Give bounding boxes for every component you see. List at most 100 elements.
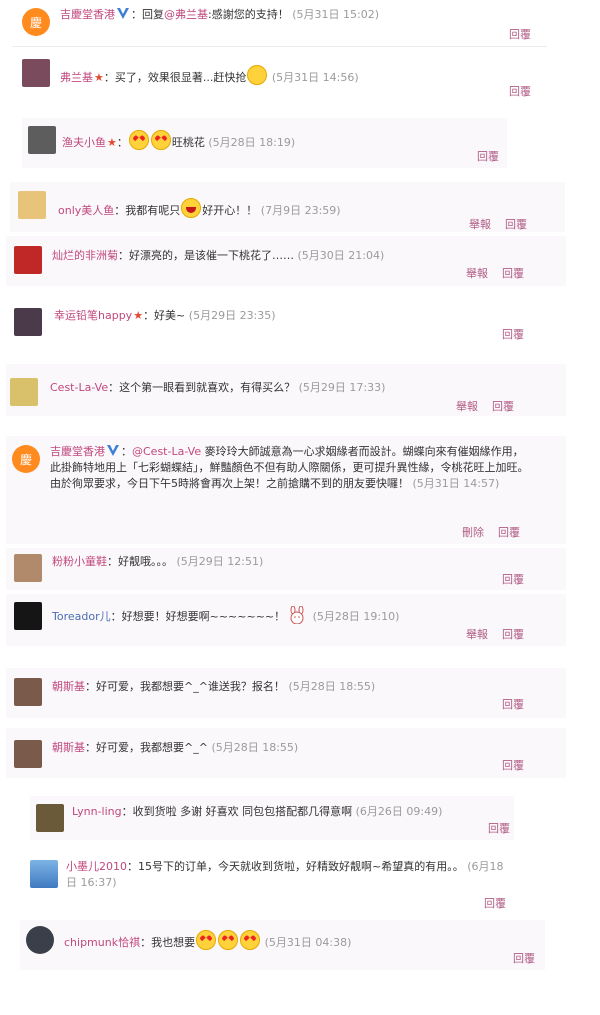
- avatar[interactable]: 慶: [12, 445, 40, 473]
- commenter-name[interactable]: 弗兰基: [60, 71, 93, 84]
- reply-link[interactable]: 回覆: [513, 952, 535, 965]
- heart-eyes-emoji-icon: [196, 930, 217, 950]
- reply-link[interactable]: 回覆: [502, 267, 524, 280]
- commenter-name[interactable]: chipmunk恰祺: [64, 936, 140, 949]
- avatar[interactable]: [14, 602, 42, 630]
- avatar[interactable]: [26, 926, 54, 954]
- reply-link[interactable]: 回覆: [488, 822, 510, 835]
- commenter-name[interactable]: 幸运铅笔happy: [54, 309, 132, 322]
- comment-card: 朝斯基：好可爱，我都想要^_^ (5月28日 18:55) 回覆: [6, 728, 566, 778]
- report-link[interactable]: 舉報: [456, 400, 478, 413]
- timestamp: (5月29日 17:33): [298, 381, 386, 394]
- commenter-name[interactable]: 小墨儿2010: [66, 860, 127, 873]
- avatar[interactable]: [10, 378, 38, 406]
- comment-card: Cest-La-Ve：这个第一眼看到就喜欢，有得买么？ (5月29日 17:33…: [6, 364, 566, 416]
- avatar[interactable]: [36, 804, 64, 832]
- avatar[interactable]: [22, 59, 50, 87]
- comment-text: ：这个第一眼看到就喜欢，有得买么？: [108, 381, 296, 394]
- comment-card: Lynn-ling：收到货啦 多谢 好喜欢 同包包搭配都几得意啊 (6月26日 …: [30, 796, 514, 840]
- comment-text: ：我都有呢只: [114, 204, 181, 217]
- mention-link[interactable]: @弗兰基: [164, 8, 208, 21]
- verified-icon: [107, 445, 119, 456]
- report-link[interactable]: 舉報: [469, 218, 491, 231]
- comment-card: chipmunk恰祺：我也想要 (5月31日 04:38) 回覆: [20, 920, 545, 970]
- comment-text: ：好漂亮的，是该催一下桃花了……: [118, 249, 294, 262]
- reply-link[interactable]: 回覆: [502, 628, 524, 641]
- comment-text: ：: [116, 136, 128, 149]
- thinking-emoji-icon: [247, 65, 268, 85]
- commenter-name[interactable]: Toreador儿: [52, 610, 111, 623]
- timestamp: (5月31日 04:38): [264, 936, 352, 949]
- delete-link[interactable]: 刪除: [462, 526, 484, 539]
- comment-card: 粉粉小童鞋：好靓哦。。。 (5月29日 12:51) 回覆: [6, 548, 566, 590]
- avatar[interactable]: [18, 191, 46, 219]
- commenter-name[interactable]: 吉慶堂香港: [60, 8, 115, 21]
- timestamp: (5月30日 21:04): [297, 249, 385, 262]
- avatar[interactable]: [14, 740, 42, 768]
- reply-link[interactable]: 回覆: [498, 526, 520, 539]
- report-link[interactable]: 舉報: [466, 267, 488, 280]
- comment-text: ：15号下的订单，今天就收到货啦，好精致好靓啊~希望真的有用。。: [127, 860, 464, 873]
- commenter-name[interactable]: 灿烂的非洲菊: [52, 249, 118, 262]
- timestamp: (5月28日 18:55): [211, 741, 299, 754]
- comment-text: ：好靓哦。。。: [107, 555, 173, 568]
- mention-link[interactable]: @Cest-La-Ve: [132, 445, 201, 458]
- commenter-name[interactable]: 吉慶堂香港: [50, 445, 105, 458]
- reply-link[interactable]: 回覆: [502, 573, 524, 586]
- reply-link[interactable]: 回覆: [502, 328, 524, 341]
- comment-card: 慶 吉慶堂香港 ：回复@弗兰基:感謝您的支持！ (5月31日 15:02) 回覆: [12, 2, 547, 46]
- avatar[interactable]: [14, 308, 42, 336]
- comment-card: Toreador儿：好想要！好想要啊~~~~~~~！ (5月28日 19:10)…: [6, 594, 566, 646]
- commenter-name[interactable]: 朝斯基: [52, 680, 85, 693]
- timestamp: (5月28日 19:10): [312, 610, 400, 623]
- comment-card: only美人鱼：我都有呢只 好开心！！ (7月9日 23:59) 舉報 回覆: [10, 182, 565, 232]
- avatar[interactable]: 慶: [22, 8, 50, 36]
- avatar[interactable]: [14, 246, 42, 274]
- avatar[interactable]: [30, 860, 58, 888]
- timestamp: (5月29日 12:51): [176, 555, 264, 568]
- timestamp: (7月9日 23:59): [260, 204, 341, 217]
- avatar[interactable]: [28, 126, 56, 154]
- avatar[interactable]: [14, 678, 42, 706]
- comment-text: 好开心！！: [202, 204, 258, 217]
- verified-icon: [117, 8, 129, 19]
- comment-text: ：好可爱，我都想要^_^: [85, 741, 208, 754]
- reply-link[interactable]: 回覆: [484, 897, 506, 910]
- reply-link[interactable]: 回覆: [509, 85, 531, 98]
- commenter-name[interactable]: only美人鱼: [58, 204, 114, 217]
- timestamp: (5月28日 18:19): [208, 136, 296, 149]
- big-grin-emoji-icon: [181, 198, 202, 218]
- commenter-name[interactable]: Cest-La-Ve: [50, 381, 108, 394]
- reply-link[interactable]: 回覆: [509, 28, 531, 41]
- comment-card: 朝斯基：好可爱，我都想要^_^谁送我？报名！ (5月28日 18:55) 回覆: [6, 668, 566, 718]
- comment-text: ：好可爱，我都想要^_^谁送我？报名！: [85, 680, 285, 693]
- reply-link[interactable]: 回覆: [492, 400, 514, 413]
- avatar[interactable]: [14, 554, 42, 582]
- comment-card: 小墨儿2010：15号下的订单，今天就收到货啦，好精致好靓啊~希望真的有用。。 …: [26, 852, 516, 912]
- reply-link[interactable]: 回覆: [502, 759, 524, 772]
- report-link[interactable]: 舉報: [466, 628, 488, 641]
- star-icon: ★: [94, 71, 104, 84]
- comment-card: 幸运铅笔happy★：好美~ (5月29日 23:35) 回覆: [6, 296, 566, 346]
- timestamp: (5月31日 14:57): [412, 477, 500, 490]
- comment-text: ：买了，效果很显著...赶快抢: [103, 71, 247, 84]
- reply-link[interactable]: 回覆: [502, 698, 524, 711]
- timestamp: (5月28日 18:55): [288, 680, 376, 693]
- heart-eyes-emoji-icon: [128, 130, 149, 150]
- commenter-name[interactable]: 粉粉小童鞋: [52, 555, 107, 568]
- commenter-name[interactable]: 朝斯基: [52, 741, 85, 754]
- timestamp: (5月31日 14:56): [271, 71, 359, 84]
- timestamp: (5月31日 15:02): [292, 8, 379, 21]
- commenter-name[interactable]: 渔夫小鱼: [62, 136, 106, 149]
- heart-eyes-emoji-icon: [240, 930, 261, 950]
- comment-text: ：好想要！好想要啊~~~~~~~！: [110, 610, 286, 623]
- star-icon: ★: [107, 136, 117, 149]
- comment-text: ：: [121, 445, 132, 458]
- comment-text: :感謝您的支持！: [208, 8, 289, 21]
- comment-text: ：收到货啦 多谢 好喜欢 同包包搭配都几得意啊: [121, 805, 353, 818]
- comment-text: ：好美~: [143, 309, 186, 322]
- reply-link[interactable]: 回覆: [505, 218, 527, 231]
- reply-link[interactable]: 回覆: [477, 150, 499, 163]
- commenter-name[interactable]: Lynn-ling: [72, 805, 122, 818]
- comment-card: 灿烂的非洲菊：好漂亮的，是该催一下桃花了…… (5月30日 21:04) 舉報 回…: [6, 236, 566, 286]
